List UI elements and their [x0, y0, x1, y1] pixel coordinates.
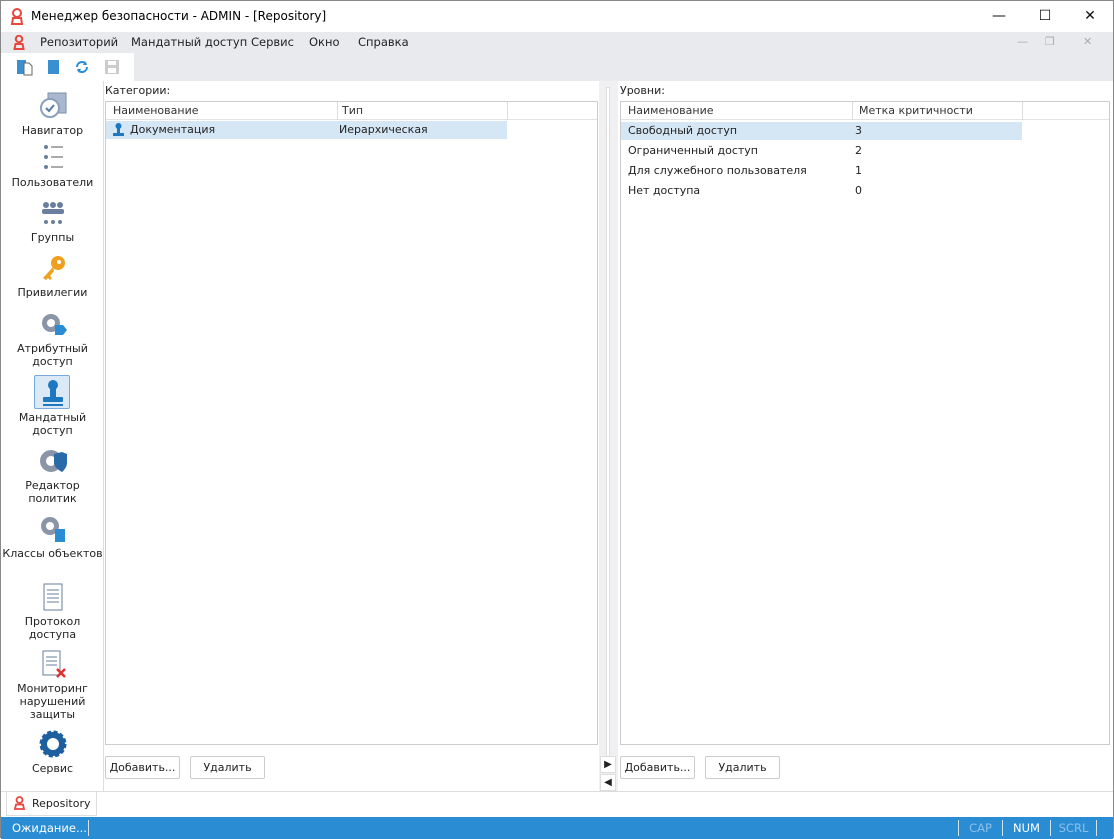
groups-icon	[41, 202, 64, 224]
open-document-icon[interactable]	[45, 58, 63, 76]
document-tabs: Repository	[1, 791, 1113, 817]
sidebar-label: Редактор политик	[25, 479, 80, 505]
status-bar: Ожидание... CAP NUM SCRL	[1, 817, 1113, 839]
categories-delete-button[interactable]: Удалить	[190, 756, 265, 779]
column-header-name[interactable]: Наименование	[113, 104, 198, 117]
column-header-type[interactable]: Тип	[342, 104, 363, 117]
sidebar-item-attribute-access[interactable]: Атрибутный доступ	[1, 309, 104, 368]
menu-repository[interactable]: Репозиторий	[40, 35, 118, 49]
table-row[interactable]: Для служебного пользователя 1	[621, 162, 1022, 180]
grid-header: Наименование Тип	[106, 102, 597, 120]
title-bar: Менеджер безопасности - ADMIN - [Reposit…	[1, 1, 1113, 32]
menu-mandatory-access[interactable]: Мандатный доступ	[131, 35, 247, 49]
table-row[interactable]: Нет доступа 0	[621, 182, 1022, 200]
categories-add-button[interactable]: Добавить...	[105, 756, 180, 779]
log-document-icon	[43, 583, 62, 611]
cell-mark: 3	[855, 124, 862, 137]
cell-name: Для служебного пользователя	[628, 164, 807, 177]
table-row[interactable]: Документация Иерархическая	[106, 121, 507, 139]
maximize-button[interactable]: ☐	[1022, 1, 1068, 32]
sidebar-item-service[interactable]: Сервис	[1, 729, 104, 775]
log-error-icon	[42, 650, 66, 678]
sidebar-item-object-classes[interactable]: Классы объектов	[1, 514, 104, 560]
mdi-minimize-button[interactable]: —	[1017, 35, 1028, 48]
gear-tag-icon	[41, 314, 67, 335]
cell-name: Свободный доступ	[628, 124, 738, 137]
app-logo-icon	[10, 8, 24, 25]
menu-service[interactable]: Сервис	[251, 35, 294, 49]
gear-document-icon	[40, 517, 65, 542]
refresh-icon[interactable]	[73, 58, 91, 76]
levels-add-button[interactable]: Добавить...	[620, 756, 695, 779]
minimize-button[interactable]: —	[976, 1, 1022, 32]
cell-mark: 1	[855, 164, 862, 177]
sidebar-label: Группы	[30, 231, 75, 244]
levels-grid[interactable]: Наименование Метка критичности Свободный…	[620, 101, 1110, 745]
sidebar-label: Атрибутный доступ	[17, 342, 88, 368]
toolbar	[1, 53, 1113, 81]
sidebar-label: Привилегии	[17, 286, 88, 299]
cell-name: Документация	[130, 123, 216, 136]
mdi-restore-button[interactable]: ❐	[1045, 35, 1055, 48]
mdi-close-button[interactable]: ✕	[1083, 35, 1092, 48]
cell-type: Иерархическая	[339, 123, 428, 136]
sidebar-item-mandatory-access[interactable]: Мандатный доступ	[1, 378, 104, 437]
window-title: Менеджер безопасности - ADMIN - [Reposit…	[31, 9, 327, 23]
cell-mark: 2	[855, 144, 862, 157]
sidebar-item-access-log[interactable]: Протокол доступа	[1, 582, 104, 641]
stamp-icon	[113, 123, 124, 136]
num-lock-indicator: NUM	[1002, 820, 1050, 836]
sidebar-label: Навигатор	[21, 124, 84, 137]
sidebar-label: Протокол доступа	[24, 615, 81, 641]
sidebar-item-navigator[interactable]: Навигатор	[1, 91, 104, 137]
categories-label: Категории:	[105, 84, 171, 97]
sidebar-label: Мониторинг нарушений защиты	[17, 682, 88, 721]
sidebar-item-policy-editor[interactable]: Редактор политик	[1, 446, 104, 505]
grid-header: Наименование Метка критичности	[621, 102, 1109, 120]
stamp-icon	[42, 380, 63, 406]
sidebar-item-violation-monitoring[interactable]: Мониторинг нарушений защиты	[1, 649, 104, 721]
navigator-icon	[39, 92, 66, 118]
users-icon	[43, 145, 63, 169]
menu-window[interactable]: Окно	[309, 35, 340, 49]
expand-left-button[interactable]: ◀	[600, 774, 616, 791]
sidebar: Навигатор Пользователи Группы Привилегии…	[1, 81, 104, 791]
sidebar-item-users[interactable]: Пользователи	[1, 143, 104, 189]
expand-right-button[interactable]: ▶	[600, 756, 616, 773]
cell-name: Нет доступа	[628, 184, 701, 197]
cell-name: Ограниченный доступ	[628, 144, 758, 157]
menu-help[interactable]: Справка	[358, 35, 409, 49]
app-logo-icon	[13, 35, 25, 50]
tab-repository[interactable]: Repository	[6, 792, 97, 816]
table-row[interactable]: Ограниченный доступ 2	[621, 142, 1022, 160]
splitter[interactable]: ▶ ◀	[599, 81, 618, 791]
save-icon[interactable]	[103, 58, 121, 76]
status-text: Ожидание...	[12, 821, 87, 835]
column-header-criticality[interactable]: Метка критичности	[859, 104, 973, 117]
categories-grid[interactable]: Наименование Тип Документация Иерархичес…	[105, 101, 598, 745]
tab-label: Repository	[32, 797, 91, 810]
scroll-lock-indicator: SCRL	[1050, 820, 1096, 836]
table-row[interactable]: Свободный доступ 3	[621, 122, 1022, 140]
key-icon	[42, 256, 65, 280]
close-button[interactable]: ✕	[1067, 1, 1113, 32]
sidebar-label: Классы объектов	[2, 547, 103, 560]
sidebar-item-privileges[interactable]: Привилегии	[1, 253, 104, 299]
levels-label: Уровни:	[620, 84, 665, 97]
caps-lock-indicator: CAP	[958, 820, 1002, 836]
app-logo-icon	[14, 796, 25, 810]
menu-bar: Репозиторий Мандатный доступ Сервис Окно…	[1, 32, 1113, 53]
sidebar-label: Сервис	[31, 762, 74, 775]
new-document-icon[interactable]	[15, 58, 33, 76]
gear-icon	[39, 730, 66, 758]
column-header-name[interactable]: Наименование	[628, 104, 713, 117]
gear-shield-icon	[39, 450, 67, 472]
sidebar-item-groups[interactable]: Группы	[1, 198, 104, 244]
cell-mark: 0	[855, 184, 862, 197]
levels-delete-button[interactable]: Удалить	[705, 756, 780, 779]
sidebar-label: Мандатный доступ	[18, 411, 87, 437]
sidebar-label: Пользователи	[11, 176, 94, 189]
